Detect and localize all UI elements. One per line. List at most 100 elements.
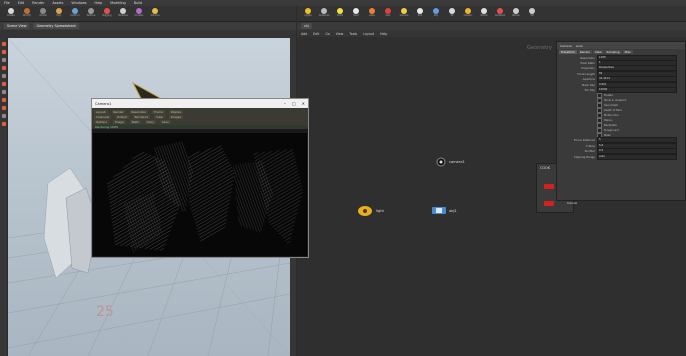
shelf-tool[interactable]: Env [415,7,425,20]
menu-item[interactable]: Help [95,1,103,5]
parameter-header-look: Look [575,43,583,48]
shelf-tool[interactable]: Model [38,7,48,20]
checkbox-label: Mask [604,133,611,137]
shelf-tool[interactable]: Geo [383,7,393,20]
shelf-tool[interactable]: GI [447,7,457,20]
viewport-toolbar [0,30,296,38]
parameter-row: Clipping Range Auto [557,153,685,160]
shelf-tool[interactable]: Lights [303,7,313,20]
shelf-tool[interactable]: Modify [22,7,32,20]
render-view-window[interactable]: Camera1 – □ ✕ Layout Render Resolution Fram… [91,98,309,258]
shelf-tool[interactable]: Volume [399,7,409,20]
menu-item[interactable]: Build [134,1,143,5]
parameter-label: Pixel Ratio [580,61,595,66]
render-toolbar-button[interactable]: Options [94,119,109,124]
parameter-label: Focus Distance [573,138,595,143]
parameter-tab[interactable]: Render [577,50,592,54]
snap-tool-icon[interactable] [1,98,6,102]
network-menu-item[interactable]: Edit [313,32,319,36]
measure-tool-icon[interactable] [1,114,6,118]
shelf-tool[interactable]: Portal [479,7,489,20]
select-tool-icon[interactable] [1,42,6,46]
parameter-field[interactable]: Auto [597,153,677,160]
render-toolbar-button[interactable]: Display [168,109,184,114]
shelf-tool[interactable]: Spot [351,7,361,20]
shelf-tool[interactable]: Ambient [495,7,505,20]
shelf-tool[interactable]: Cameras [319,7,329,20]
render-toolbar-button[interactable]: Output [114,114,129,119]
render-toolbar-button[interactable]: Resolution [129,109,149,114]
shelf-tool[interactable]: Poly [54,7,64,20]
cook-button[interactable] [544,184,554,189]
shelf-tool-label: Volume [399,13,409,17]
shelf-tool[interactable]: Deform [70,7,80,20]
render-window-titlebar[interactable]: Camera1 – □ ✕ [92,99,308,108]
shelf-tool-label: VR [530,13,534,17]
shelf-tool[interactable]: Sky [431,7,441,20]
render-toolbar-button[interactable]: Frame [152,109,165,114]
checkbox-label: Show in viewport [604,98,627,102]
move-tool-icon[interactable] [1,50,6,54]
network-path-tab[interactable]: obj [301,23,312,29]
render-toolbar-button[interactable]: View [154,114,165,119]
menu-item[interactable]: Windows [71,1,86,5]
network-menu-item[interactable]: Add [301,32,307,36]
render-toolbar-button[interactable]: Layout [94,109,108,114]
pose-tool-icon[interactable] [1,82,6,86]
shelf-tool[interactable]: Volume [150,7,160,20]
parameter-tab[interactable]: Misc [622,50,633,54]
menu-item[interactable]: Render [32,1,44,5]
menu-item[interactable]: File [4,1,10,5]
shelf-tool[interactable]: Stereo [511,7,521,20]
shelf-tool[interactable]: Area [367,7,377,20]
render-toolbar-button[interactable]: Images [168,114,183,119]
shelf-tool[interactable]: Caustic [463,7,473,20]
minimize-icon[interactable]: – [284,101,286,106]
checkbox-label: Depth of field [604,108,622,112]
camera-node[interactable]: camera1 [436,157,465,167]
brush-tool-icon[interactable] [1,106,6,110]
render-toolbar-button[interactable]: Channels [94,114,111,119]
handle-tool-icon[interactable] [1,74,6,78]
shelf-tool[interactable]: Texture [86,7,96,20]
shelf-tool[interactable]: Create [6,7,16,20]
rotate-tool-icon[interactable] [1,58,6,62]
shelf-tool-label: Area [369,13,375,17]
render-toolbar-button[interactable]: Rendered [132,114,151,119]
network-menu-item[interactable]: View [336,32,344,36]
shelf-tool[interactable]: Crowds [134,7,144,20]
view-tool-icon[interactable] [1,90,6,94]
network-menu-item[interactable]: Layout [363,32,374,36]
scale-tool-icon[interactable] [1,66,6,70]
shelf-tool[interactable]: Point [335,7,345,20]
cancel-cook-button[interactable] [544,201,554,206]
render-toolbar-button[interactable]: Stats [129,119,141,124]
tab-geometry-spreadsheet[interactable]: Geometry Spreadsheet [33,23,79,29]
tab-scene-view[interactable]: Scene View [4,23,30,29]
parameter-tab[interactable]: View [592,50,604,54]
menu-item[interactable]: Modeling [110,1,125,5]
shelf-tool-label: Sky [433,13,439,17]
shelf-tool[interactable]: Rigging [102,7,112,20]
close-icon[interactable]: ✕ [302,101,305,106]
shelf-tool[interactable]: Muscles [118,7,128,20]
render-toolbar-button[interactable]: Render [111,109,126,114]
parameter-field[interactable]: 10000 [597,87,677,94]
light-tool-icon[interactable] [1,122,6,126]
network-menu-item[interactable]: Help [380,32,387,36]
menu-item[interactable]: Edit [18,1,25,5]
render-toolbar-button[interactable]: Save [159,119,171,124]
parameter-tab[interactable]: Transform [559,50,577,54]
viewport-tab-bar: Scene View Geometry Spreadsheet [0,22,296,30]
maximize-icon[interactable]: □ [292,101,296,106]
light-node[interactable]: light [357,205,384,217]
parameter-tab[interactable]: Sampling [604,50,622,54]
geo-node[interactable]: obj1 [432,206,457,215]
menu-item[interactable]: Assets [52,1,63,5]
render-toolbar-button[interactable]: Copy [144,119,156,124]
render-toolbar-button[interactable]: Image [112,119,126,124]
network-menu-item[interactable]: Tools [349,32,357,36]
shelf-tool-label: Stereo [512,13,520,17]
shelf-tool[interactable]: VR [527,7,537,20]
network-menu-item[interactable]: Go [325,32,329,36]
